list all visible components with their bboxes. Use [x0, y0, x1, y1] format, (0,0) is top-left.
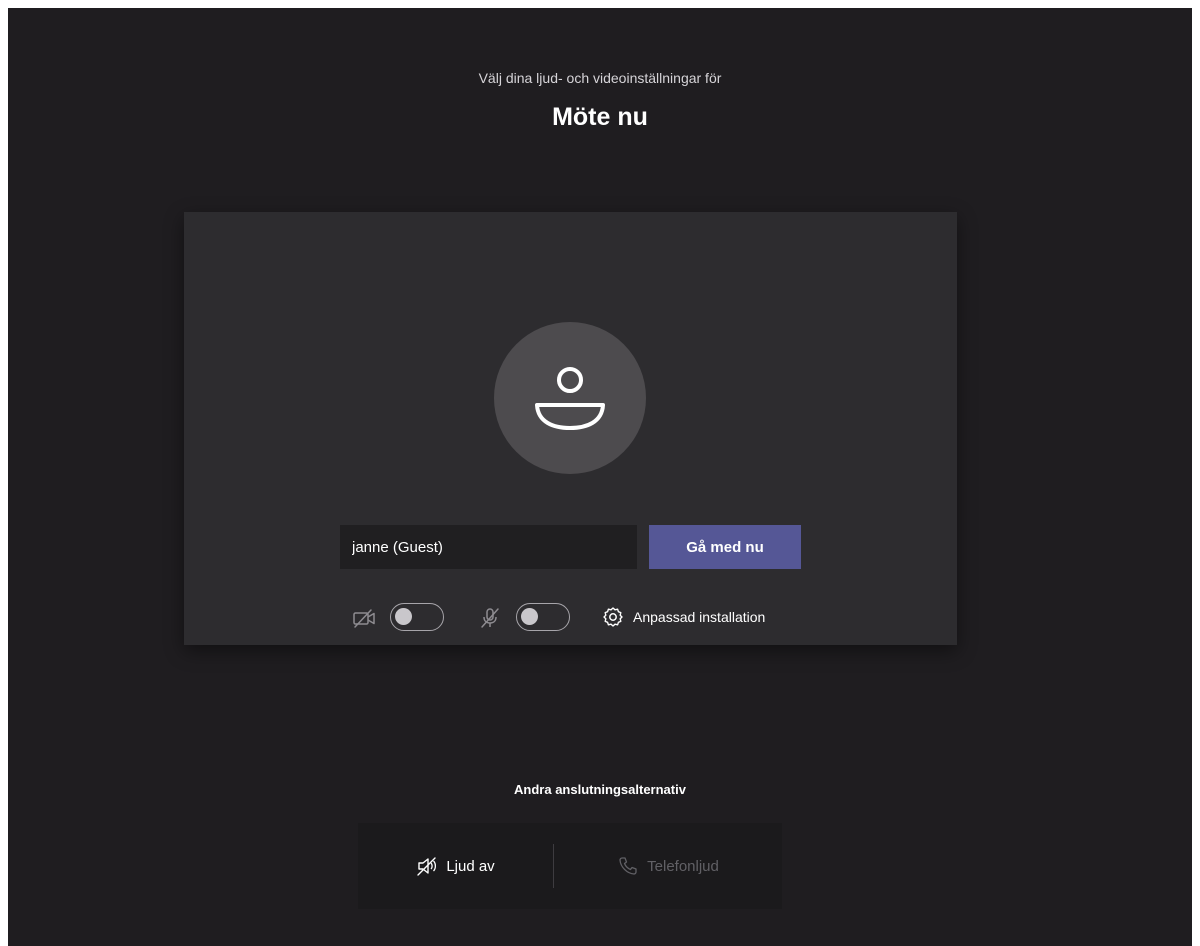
camera-toggle-knob: [395, 608, 412, 625]
camera-off-icon: [353, 609, 375, 628]
settings-subtitle: Välj dina ljud- och videoinställningar f…: [478, 70, 722, 86]
join-now-button[interactable]: Gå med nu: [649, 525, 801, 569]
phone-audio-label: Telefonljud: [647, 857, 719, 875]
phone-audio-option: Telefonljud: [554, 823, 782, 909]
mic-toggle-knob: [521, 608, 538, 625]
prejoin-card: Gå med nu Anpassad installation: [184, 212, 957, 645]
meeting-title: Möte nu: [552, 103, 648, 131]
person-icon: [535, 367, 605, 430]
gear-icon: [603, 607, 623, 627]
phone-icon: [619, 857, 637, 875]
other-join-options: Ljud av Telefonljud: [358, 823, 782, 909]
meeting-prejoin-screen: Välj dina ljud- och videoinställningar f…: [8, 8, 1192, 946]
mic-toggle[interactable]: [516, 603, 570, 631]
name-input[interactable]: [340, 525, 637, 569]
audio-off-option[interactable]: Ljud av: [358, 823, 553, 909]
camera-toggle[interactable]: [390, 603, 444, 631]
mic-off-icon: [481, 608, 499, 628]
device-settings-button[interactable]: Anpassad installation: [602, 605, 765, 629]
device-settings-label: Anpassad installation: [633, 609, 766, 625]
avatar: [494, 322, 646, 474]
other-options-title: Andra anslutningsalternativ: [514, 782, 686, 797]
audio-off-label: Ljud av: [446, 857, 495, 875]
speaker-off-icon: [417, 857, 437, 876]
